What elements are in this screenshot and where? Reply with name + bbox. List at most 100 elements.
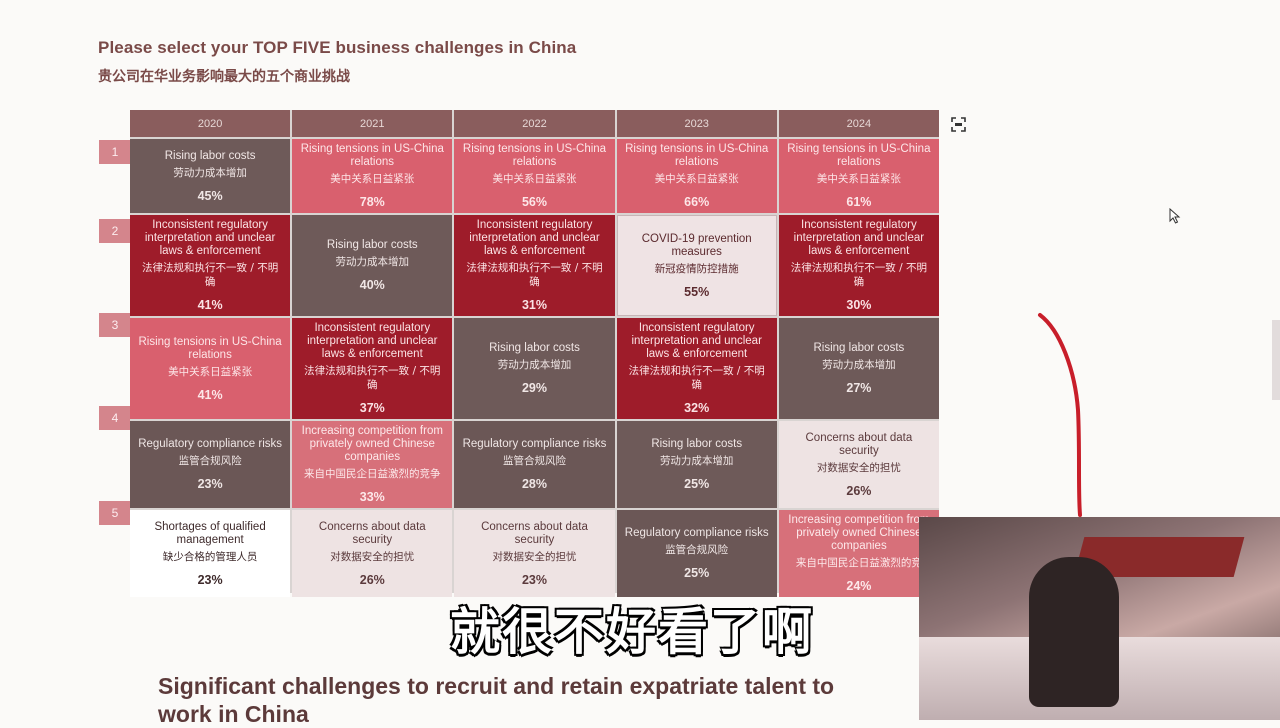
challenge-zh: 监管合规风险 xyxy=(178,455,242,467)
challenge-cell: Regulatory compliance risks 监管合规风险 25% xyxy=(616,510,777,597)
challenge-cell: Inconsistent regulatory interpretation a… xyxy=(616,318,777,419)
challenge-en: Concerns about data security xyxy=(481,520,588,546)
challenge-en: Rising labor costs xyxy=(651,438,743,450)
challenge-cell: Concerns about data security 对数据安全的担忧 23% xyxy=(454,510,615,597)
year-header: 2020 xyxy=(130,110,291,137)
challenge-cell: Rising labor costs 劳动力成本增加 25% xyxy=(616,421,777,508)
challenge-percent: 45% xyxy=(197,188,223,203)
challenge-zh: 劳动力成本增加 xyxy=(173,166,247,179)
challenge-en: Increasing competition from privately ow… xyxy=(301,425,443,463)
video-overlay-photo xyxy=(919,517,1280,720)
challenge-zh: 监管合规风险 xyxy=(665,544,729,556)
challenge-en: Inconsistent regulatory interpretation a… xyxy=(631,322,762,360)
challenge-zh: 监管合规风险 xyxy=(502,455,566,467)
challenge-percent: 28% xyxy=(521,477,547,491)
challenge-en: Rising labor costs xyxy=(813,342,905,354)
challenge-zh: 法律法规和执行不一致 / 不明确 xyxy=(141,262,279,288)
challenge-zh: 法律法规和执行不一致 / 不明确 xyxy=(304,365,441,391)
challenge-cell: Inconsistent regulatory interpretation a… xyxy=(454,215,615,316)
challenge-cell: Shortages of qualified management 缺少合格的管理… xyxy=(130,510,291,597)
challenge-cell: Increasing competition from privately ow… xyxy=(292,421,453,508)
challenge-percent: 41% xyxy=(197,298,223,312)
challenge-percent: 25% xyxy=(684,566,710,580)
challenge-cell: Rising tensions in US-China relations 美中关… xyxy=(130,318,291,419)
challenge-en: Rising tensions in US-China relations xyxy=(787,143,931,168)
rank-label-3: 3 xyxy=(99,313,131,337)
page-subtitle: 贵公司在华业务影响最大的五个商业挑战 xyxy=(98,69,350,85)
challenge-en: Inconsistent regulatory interpretation a… xyxy=(469,219,600,257)
challenge-en: Rising labor costs xyxy=(164,149,256,162)
challenge-en: COVID-19 prevention measures xyxy=(641,232,752,258)
challenge-percent: 23% xyxy=(197,477,223,491)
expand-icon[interactable] xyxy=(951,117,966,132)
rank-label-1: 1 xyxy=(99,140,131,164)
challenge-zh: 对数据安全的担忧 xyxy=(816,461,901,474)
challenge-en: Increasing competition from privately ow… xyxy=(788,514,930,552)
challenge-en: Shortages of qualified management xyxy=(154,520,266,546)
annotation-stroke xyxy=(1038,313,1082,517)
challenge-zh: 来自中国民企日益激烈的竞 xyxy=(795,557,922,569)
challenge-percent: 23% xyxy=(197,572,223,587)
challenge-en: Rising tensions in US-China relations xyxy=(625,143,769,168)
challenge-percent: 78% xyxy=(359,195,385,209)
page-title: Please select your TOP FIVE business cha… xyxy=(98,38,577,57)
year-header: 2024 xyxy=(778,110,939,137)
challenge-cell: Rising tensions in US-China relations 美中关… xyxy=(616,139,777,213)
challenge-en: Rising labor costs xyxy=(326,239,418,251)
challenge-percent: 66% xyxy=(684,195,710,209)
challenge-zh: 劳动力成本增加 xyxy=(497,359,572,371)
challenge-percent: 29% xyxy=(521,381,547,395)
challenge-en: Rising tensions in US-China relations xyxy=(138,335,282,361)
challenge-zh: 缺少合格的管理人员 xyxy=(162,550,258,563)
challenge-cell: COVID-19 prevention measures 新冠疫情防控措施 55% xyxy=(616,215,777,316)
challenge-en: Regulatory compliance risks xyxy=(624,527,769,539)
challenge-percent: 26% xyxy=(846,483,872,498)
photo-person xyxy=(1029,557,1119,707)
challenge-zh: 法律法规和执行不一致 / 不明确 xyxy=(466,262,603,288)
challenge-cell: Concerns about data security 对数据安全的担忧 26% xyxy=(292,510,453,597)
challenge-cell: Rising labor costs 劳动力成本增加 29% xyxy=(454,318,615,419)
challenge-percent: 37% xyxy=(359,401,385,415)
challenge-cell: Rising tensions in US-China relations 美中关… xyxy=(778,139,939,213)
year-header: 2022 xyxy=(454,110,615,137)
challenge-en: Rising tensions in US-China relations xyxy=(300,143,444,168)
challenge-percent: 40% xyxy=(359,278,385,292)
rank-label-2: 2 xyxy=(99,219,131,243)
challenge-zh: 新冠疫情防控措施 xyxy=(654,262,739,275)
challenge-cell: Rising labor costs 劳动力成本增加 40% xyxy=(292,215,453,316)
challenge-percent: 24% xyxy=(846,579,872,593)
challenge-en: Inconsistent regulatory interpretation a… xyxy=(144,219,276,257)
challenge-percent: 26% xyxy=(359,572,385,587)
challenge-en: Concerns about data security xyxy=(318,520,426,546)
challenge-percent: 56% xyxy=(521,195,547,209)
challenge-percent: 25% xyxy=(684,477,710,491)
challenge-cell: Regulatory compliance risks 监管合规风险 23% xyxy=(130,421,291,508)
challenges-table: 2020 2021 2022 2023 2024 Rising labor co… xyxy=(130,110,939,597)
year-header: 2023 xyxy=(616,110,777,137)
rank-label-4: 4 xyxy=(99,406,131,430)
challenge-zh: 美中关系日益紧张 xyxy=(492,173,577,185)
challenge-cell: Regulatory compliance risks 监管合规风险 28% xyxy=(454,421,615,508)
challenge-en: Regulatory compliance risks xyxy=(462,438,607,450)
challenge-percent: 27% xyxy=(846,381,872,395)
challenge-cell: Inconsistent regulatory interpretation a… xyxy=(778,215,939,316)
challenge-en: Rising tensions in US-China relations xyxy=(462,143,607,168)
challenge-en: Inconsistent regulatory interpretation a… xyxy=(307,322,438,360)
challenge-zh: 美中关系日益紧张 xyxy=(816,173,901,185)
challenge-percent: 61% xyxy=(846,195,872,209)
challenge-percent: 32% xyxy=(684,401,710,415)
challenge-percent: 31% xyxy=(521,298,547,312)
year-header: 2021 xyxy=(292,110,453,137)
challenge-zh: 劳动力成本增加 xyxy=(822,359,896,371)
challenge-percent: 33% xyxy=(359,490,385,504)
video-caption: 就很不好看了啊 xyxy=(450,603,814,661)
cursor-icon xyxy=(1169,208,1181,224)
challenge-cell: Inconsistent regulatory interpretation a… xyxy=(130,215,291,316)
challenge-cell: Rising labor costs 劳动力成本增加 27% xyxy=(778,318,939,419)
scrollbar-hint xyxy=(1272,320,1280,400)
challenge-zh: 劳动力成本增加 xyxy=(659,455,734,467)
challenge-cell: Rising labor costs 劳动力成本增加 45% xyxy=(130,139,291,213)
challenge-en: Regulatory compliance risks xyxy=(138,438,282,450)
challenge-percent: 55% xyxy=(684,284,710,299)
challenge-en: Rising labor costs xyxy=(489,342,580,354)
